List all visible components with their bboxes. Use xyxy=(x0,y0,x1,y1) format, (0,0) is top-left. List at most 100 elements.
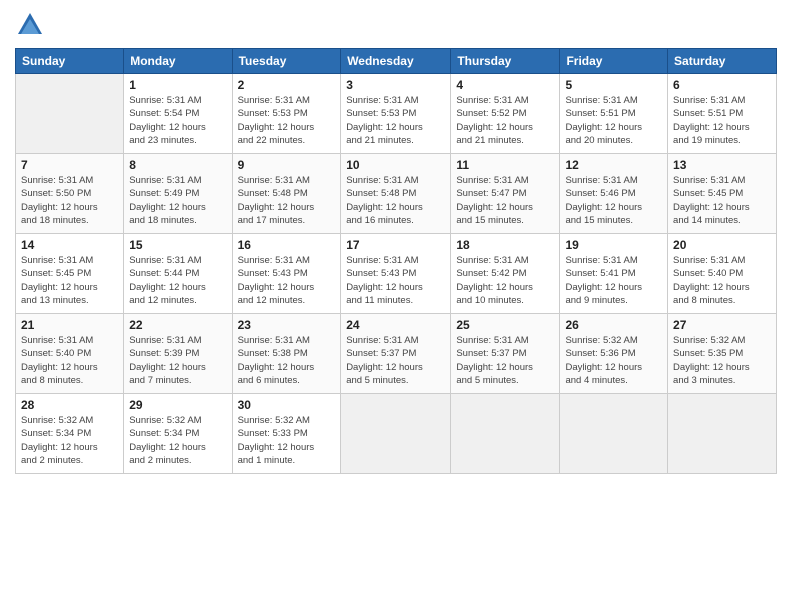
calendar-cell: 20 Sunrise: 5:31 AM Sunset: 5:40 PM Dayli… xyxy=(668,234,777,314)
day-number: 19 xyxy=(565,238,662,252)
day-info: Sunrise: 5:31 AM Sunset: 5:54 PM Dayligh… xyxy=(129,94,226,147)
day-number: 12 xyxy=(565,158,662,172)
calendar-cell: 14 Sunrise: 5:31 AM Sunset: 5:45 PM Dayli… xyxy=(16,234,124,314)
day-info: Sunrise: 5:31 AM Sunset: 5:44 PM Dayligh… xyxy=(129,254,226,307)
day-info: Sunrise: 5:31 AM Sunset: 5:40 PM Dayligh… xyxy=(673,254,771,307)
day-info: Sunrise: 5:31 AM Sunset: 5:43 PM Dayligh… xyxy=(346,254,445,307)
calendar-header-thursday: Thursday xyxy=(451,49,560,74)
day-number: 14 xyxy=(21,238,118,252)
day-number: 29 xyxy=(129,398,226,412)
day-number: 10 xyxy=(346,158,445,172)
day-info: Sunrise: 5:31 AM Sunset: 5:53 PM Dayligh… xyxy=(346,94,445,147)
day-info: Sunrise: 5:31 AM Sunset: 5:38 PM Dayligh… xyxy=(238,334,336,387)
calendar-cell: 6Sunrise: 5:31 AM Sunset: 5:51 PM Daylig… xyxy=(668,74,777,154)
calendar-week-2: 7 Sunrise: 5:31 AM Sunset: 5:50 PM Daylig… xyxy=(16,154,777,234)
header xyxy=(15,10,777,40)
calendar-cell xyxy=(668,394,777,474)
day-info: Sunrise: 5:31 AM Sunset: 5:45 PM Dayligh… xyxy=(673,174,771,227)
day-number: 21 xyxy=(21,318,118,332)
calendar-cell: 5Sunrise: 5:31 AM Sunset: 5:51 PM Daylig… xyxy=(560,74,668,154)
day-info: Sunrise: 5:31 AM Sunset: 5:43 PM Dayligh… xyxy=(238,254,336,307)
day-number: 27 xyxy=(673,318,771,332)
day-info: Sunrise: 5:32 AM Sunset: 5:34 PM Dayligh… xyxy=(129,414,226,467)
day-number: 28 xyxy=(21,398,118,412)
calendar-cell: 19 Sunrise: 5:31 AM Sunset: 5:41 PM Dayli… xyxy=(560,234,668,314)
day-number: 3 xyxy=(346,78,445,92)
day-info: Sunrise: 5:32 AM Sunset: 5:33 PM Dayligh… xyxy=(238,414,336,467)
calendar-cell: 16 Sunrise: 5:31 AM Sunset: 5:43 PM Dayli… xyxy=(232,234,341,314)
logo-icon xyxy=(15,10,45,40)
calendar-week-5: 28 Sunrise: 5:32 AM Sunset: 5:34 PM Dayli… xyxy=(16,394,777,474)
day-info: Sunrise: 5:31 AM Sunset: 5:37 PM Dayligh… xyxy=(346,334,445,387)
calendar-cell xyxy=(341,394,451,474)
calendar-cell: 9 Sunrise: 5:31 AM Sunset: 5:48 PM Daylig… xyxy=(232,154,341,234)
day-info: Sunrise: 5:31 AM Sunset: 5:51 PM Dayligh… xyxy=(673,94,771,147)
day-number: 25 xyxy=(456,318,554,332)
calendar-header-friday: Friday xyxy=(560,49,668,74)
calendar-week-3: 14 Sunrise: 5:31 AM Sunset: 5:45 PM Dayli… xyxy=(16,234,777,314)
calendar-cell xyxy=(451,394,560,474)
calendar-cell: 1 Sunrise: 5:31 AM Sunset: 5:54 PM Daylig… xyxy=(124,74,232,154)
calendar-header-row: SundayMondayTuesdayWednesdayThursdayFrid… xyxy=(16,49,777,74)
day-info: Sunrise: 5:31 AM Sunset: 5:37 PM Dayligh… xyxy=(456,334,554,387)
day-info: Sunrise: 5:31 AM Sunset: 5:40 PM Dayligh… xyxy=(21,334,118,387)
calendar-cell: 17 Sunrise: 5:31 AM Sunset: 5:43 PM Dayli… xyxy=(341,234,451,314)
day-info: Sunrise: 5:32 AM Sunset: 5:35 PM Dayligh… xyxy=(673,334,771,387)
calendar-week-1: 1 Sunrise: 5:31 AM Sunset: 5:54 PM Daylig… xyxy=(16,74,777,154)
day-number: 20 xyxy=(673,238,771,252)
calendar-header-wednesday: Wednesday xyxy=(341,49,451,74)
calendar-cell: 29 Sunrise: 5:32 AM Sunset: 5:34 PM Dayli… xyxy=(124,394,232,474)
day-number: 11 xyxy=(456,158,554,172)
day-number: 5 xyxy=(565,78,662,92)
day-number: 30 xyxy=(238,398,336,412)
calendar-cell: 23 Sunrise: 5:31 AM Sunset: 5:38 PM Dayli… xyxy=(232,314,341,394)
calendar-cell: 22 Sunrise: 5:31 AM Sunset: 5:39 PM Dayli… xyxy=(124,314,232,394)
calendar-header-sunday: Sunday xyxy=(16,49,124,74)
calendar-cell: 25 Sunrise: 5:31 AM Sunset: 5:37 PM Dayli… xyxy=(451,314,560,394)
day-number: 2 xyxy=(238,78,336,92)
day-number: 7 xyxy=(21,158,118,172)
logo xyxy=(15,10,49,40)
day-info: Sunrise: 5:31 AM Sunset: 5:42 PM Dayligh… xyxy=(456,254,554,307)
calendar-cell: 11Sunrise: 5:31 AM Sunset: 5:47 PM Dayli… xyxy=(451,154,560,234)
day-number: 9 xyxy=(238,158,336,172)
calendar-cell: 12 Sunrise: 5:31 AM Sunset: 5:46 PM Dayli… xyxy=(560,154,668,234)
calendar-cell: 15 Sunrise: 5:31 AM Sunset: 5:44 PM Dayli… xyxy=(124,234,232,314)
calendar-table: SundayMondayTuesdayWednesdayThursdayFrid… xyxy=(15,48,777,474)
calendar-week-4: 21 Sunrise: 5:31 AM Sunset: 5:40 PM Dayli… xyxy=(16,314,777,394)
day-number: 24 xyxy=(346,318,445,332)
calendar-cell xyxy=(16,74,124,154)
day-number: 23 xyxy=(238,318,336,332)
day-number: 4 xyxy=(456,78,554,92)
calendar-cell: 8 Sunrise: 5:31 AM Sunset: 5:49 PM Daylig… xyxy=(124,154,232,234)
calendar-cell: 3 Sunrise: 5:31 AM Sunset: 5:53 PM Daylig… xyxy=(341,74,451,154)
day-number: 16 xyxy=(238,238,336,252)
day-info: Sunrise: 5:31 AM Sunset: 5:48 PM Dayligh… xyxy=(346,174,445,227)
day-info: Sunrise: 5:31 AM Sunset: 5:53 PM Dayligh… xyxy=(238,94,336,147)
day-info: Sunrise: 5:31 AM Sunset: 5:45 PM Dayligh… xyxy=(21,254,118,307)
day-info: Sunrise: 5:31 AM Sunset: 5:48 PM Dayligh… xyxy=(238,174,336,227)
day-number: 8 xyxy=(129,158,226,172)
day-number: 15 xyxy=(129,238,226,252)
day-info: Sunrise: 5:31 AM Sunset: 5:49 PM Dayligh… xyxy=(129,174,226,227)
page: SundayMondayTuesdayWednesdayThursdayFrid… xyxy=(0,0,792,612)
calendar-header-monday: Monday xyxy=(124,49,232,74)
calendar-cell xyxy=(560,394,668,474)
day-info: Sunrise: 5:31 AM Sunset: 5:39 PM Dayligh… xyxy=(129,334,226,387)
calendar-cell: 13Sunrise: 5:31 AM Sunset: 5:45 PM Dayli… xyxy=(668,154,777,234)
calendar-cell: 4 Sunrise: 5:31 AM Sunset: 5:52 PM Daylig… xyxy=(451,74,560,154)
calendar-cell: 28 Sunrise: 5:32 AM Sunset: 5:34 PM Dayli… xyxy=(16,394,124,474)
day-number: 1 xyxy=(129,78,226,92)
day-info: Sunrise: 5:32 AM Sunset: 5:36 PM Dayligh… xyxy=(565,334,662,387)
day-info: Sunrise: 5:31 AM Sunset: 5:46 PM Dayligh… xyxy=(565,174,662,227)
calendar-cell: 27 Sunrise: 5:32 AM Sunset: 5:35 PM Dayli… xyxy=(668,314,777,394)
day-info: Sunrise: 5:31 AM Sunset: 5:52 PM Dayligh… xyxy=(456,94,554,147)
day-info: Sunrise: 5:32 AM Sunset: 5:34 PM Dayligh… xyxy=(21,414,118,467)
day-number: 17 xyxy=(346,238,445,252)
day-info: Sunrise: 5:31 AM Sunset: 5:41 PM Dayligh… xyxy=(565,254,662,307)
day-number: 22 xyxy=(129,318,226,332)
day-info: Sunrise: 5:31 AM Sunset: 5:50 PM Dayligh… xyxy=(21,174,118,227)
calendar-cell: 21 Sunrise: 5:31 AM Sunset: 5:40 PM Dayli… xyxy=(16,314,124,394)
day-number: 18 xyxy=(456,238,554,252)
calendar-cell: 7 Sunrise: 5:31 AM Sunset: 5:50 PM Daylig… xyxy=(16,154,124,234)
